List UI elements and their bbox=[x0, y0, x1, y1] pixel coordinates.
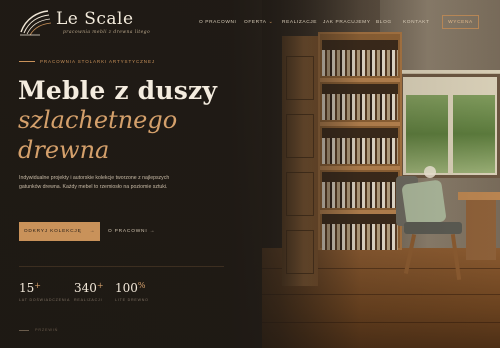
brand-name[interactable]: Le Scale bbox=[56, 9, 134, 29]
nav-item-label: Kontakt bbox=[403, 19, 430, 25]
stat-years: 15+ lat doświadczenia bbox=[19, 281, 70, 302]
hero-lead-text: Indywidualne projekty i autorskie kolekc… bbox=[19, 175, 170, 191]
stat-number: 15 bbox=[19, 281, 35, 295]
eyebrow-divider bbox=[19, 61, 35, 62]
nav-item-kontakt[interactable]: Kontakt bbox=[403, 19, 433, 25]
nav-item-label: Jak pracujemy bbox=[323, 19, 371, 25]
nav-item-label: O pracowni bbox=[199, 19, 237, 25]
about-studio-link[interactable]: O pracowni → bbox=[108, 229, 155, 234]
nav-item-label: Realizacje bbox=[282, 19, 318, 25]
stat-value: 100% bbox=[115, 281, 149, 295]
scroll-hint-label: Przewiń bbox=[35, 328, 59, 332]
stat-projects: 340+ realizacji bbox=[74, 281, 104, 302]
link-label: O pracowni bbox=[108, 229, 148, 234]
chevron-down-icon: ⌄ bbox=[268, 19, 274, 25]
hero-title: Meble z duszy bbox=[18, 76, 218, 105]
scroll-line bbox=[19, 329, 29, 331]
stats-divider bbox=[19, 266, 224, 267]
main-nav: O pracowni Oferta ⌄ Realizacje Jak pracuj… bbox=[199, 19, 433, 25]
brand-tagline: pracownia mebli z drewna litego bbox=[63, 30, 151, 35]
quote-button[interactable]: Wycena bbox=[442, 15, 479, 29]
stat-solid-wood: 100% lite drewno bbox=[115, 281, 149, 302]
nav-item-label: Blog bbox=[376, 19, 392, 25]
stat-label: lat doświadczenia bbox=[19, 298, 71, 302]
stat-label: realizacji bbox=[74, 298, 103, 302]
button-label: Odkryj kolekcję bbox=[23, 229, 82, 234]
stat-suffix: % bbox=[137, 281, 146, 290]
arrow-right-icon: → bbox=[149, 229, 156, 234]
stat-suffix: + bbox=[96, 281, 104, 290]
site-header: Le Scale pracownia mebli z drewna litego… bbox=[0, 0, 500, 44]
stat-value: 15+ bbox=[19, 281, 70, 295]
arrow-right-icon: → bbox=[89, 229, 96, 234]
nav-item-o-pracowni[interactable]: O pracowni bbox=[199, 19, 244, 25]
stat-number: 100 bbox=[115, 281, 138, 295]
nav-item-oferta[interactable]: Oferta ⌄ bbox=[244, 19, 282, 25]
stat-label: lite drewno bbox=[115, 298, 149, 302]
stat-suffix: + bbox=[34, 281, 41, 290]
stat-value: 340+ bbox=[74, 281, 104, 295]
scroll-hint[interactable]: Przewiń bbox=[19, 328, 58, 332]
hero-eyebrow: Pracownia stolarki artystycznej bbox=[19, 59, 155, 64]
stat-number: 340 bbox=[74, 281, 97, 295]
eyebrow-text: Pracownia stolarki artystycznej bbox=[40, 59, 156, 64]
hero-title-accent-line1: szlachetnego bbox=[18, 106, 178, 134]
hero-title-accent-line2: drewna bbox=[18, 136, 110, 164]
discover-collection-button[interactable]: Odkryj kolekcję → bbox=[19, 222, 100, 241]
logo-icon[interactable] bbox=[18, 8, 54, 38]
nav-item-jak-pracujemy[interactable]: Jak pracujemy bbox=[323, 19, 376, 25]
nav-item-blog[interactable]: Blog bbox=[376, 19, 403, 25]
nav-item-label: Oferta bbox=[244, 19, 267, 25]
nav-item-realizacje[interactable]: Realizacje bbox=[282, 19, 323, 25]
